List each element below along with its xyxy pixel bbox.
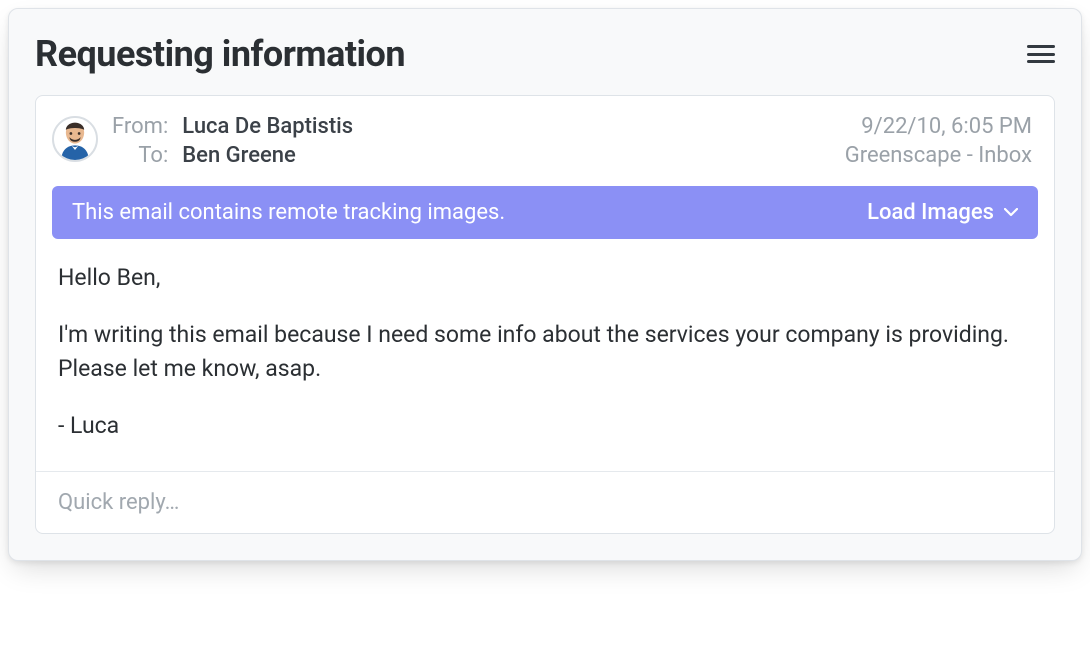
panel-title: Requesting information — [35, 33, 405, 75]
avatar — [52, 116, 98, 162]
from-label: From: — [112, 114, 168, 139]
email-body: Hello Ben, I'm writing this email becaus… — [36, 261, 1054, 471]
email-location: Greenscape - Inbox — [845, 143, 1032, 168]
email-card: From: Luca De Baptistis To: Ben Greene 9… — [35, 95, 1055, 534]
email-meta-right: 9/22/10, 6:05 PM Greenscape - Inbox — [845, 114, 1032, 168]
chevron-down-icon — [1004, 208, 1018, 217]
tracking-warning-bar: This email contains remote tracking imag… — [52, 186, 1038, 239]
load-images-button[interactable]: Load Images — [867, 200, 1018, 225]
menu-icon[interactable] — [1027, 43, 1055, 65]
tracking-warning-text: This email contains remote tracking imag… — [72, 200, 505, 225]
email-header: From: Luca De Baptistis To: Ben Greene 9… — [36, 96, 1054, 186]
to-label: To: — [112, 143, 168, 168]
email-panel: Requesting information Fr — [8, 8, 1082, 561]
to-value: Ben Greene — [182, 143, 353, 168]
quick-reply-row — [36, 471, 1054, 533]
panel-header: Requesting information — [35, 33, 1055, 75]
email-signoff: - Luca — [58, 409, 1032, 444]
email-meta: From: Luca De Baptistis To: Ben Greene 9… — [112, 114, 1032, 168]
email-meta-left: From: Luca De Baptistis To: Ben Greene — [112, 114, 353, 168]
load-images-label: Load Images — [867, 200, 994, 225]
email-greeting: Hello Ben, — [58, 261, 1032, 296]
quick-reply-input[interactable] — [58, 490, 1032, 515]
from-value: Luca De Baptistis — [182, 114, 353, 139]
email-paragraph: I'm writing this email because I need so… — [58, 318, 1032, 387]
email-timestamp: 9/22/10, 6:05 PM — [845, 114, 1032, 139]
